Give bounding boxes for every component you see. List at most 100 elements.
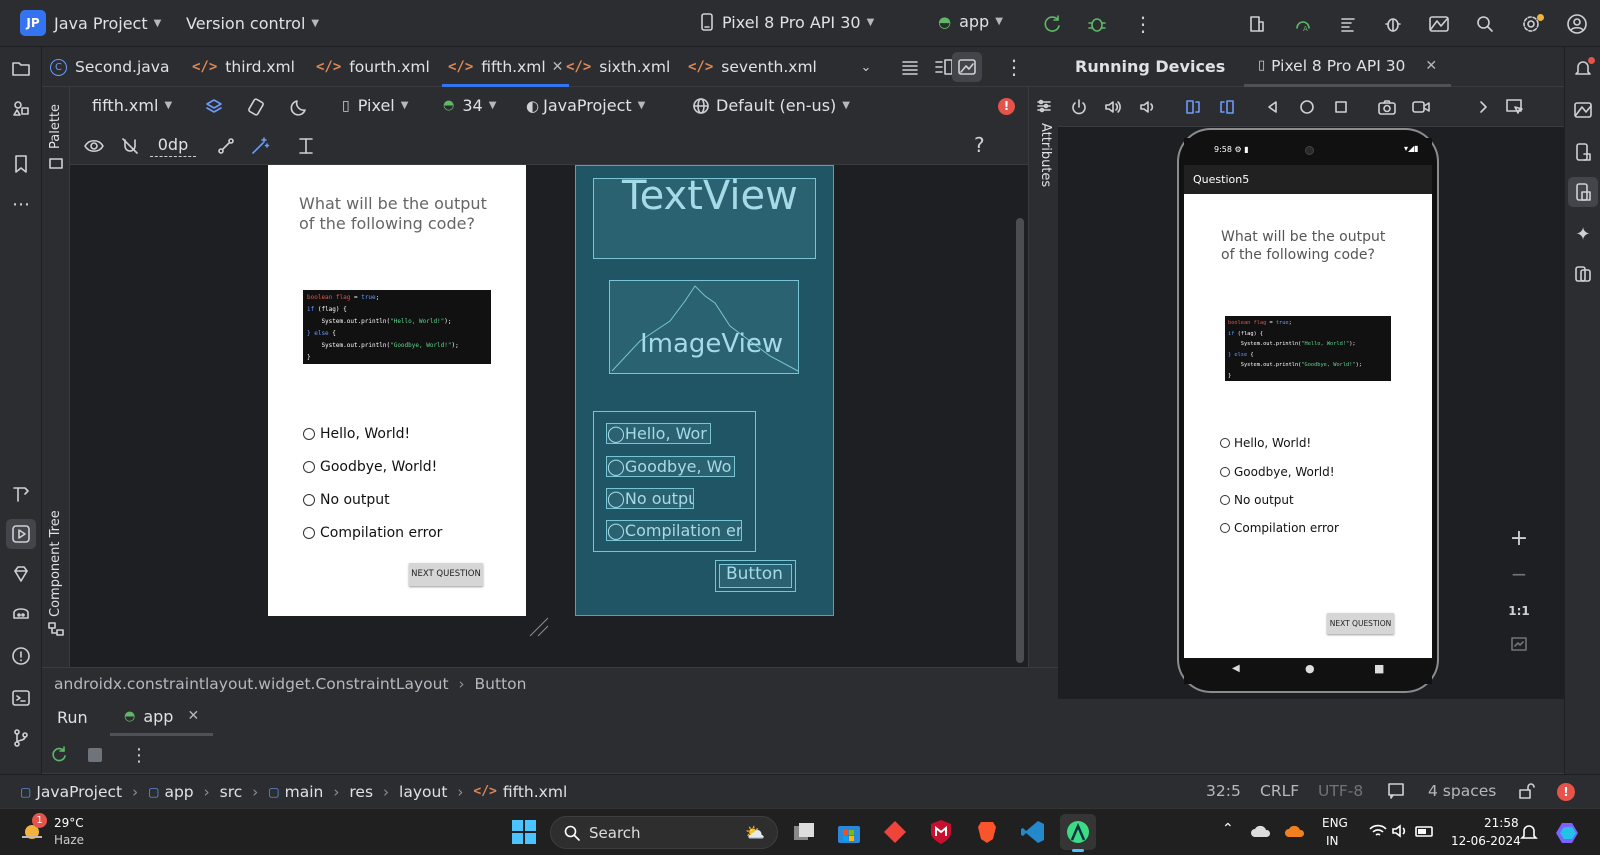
design-view-icon[interactable] (952, 52, 982, 82)
nav-overview-icon[interactable]: ■ (1374, 662, 1384, 675)
component-tree-label[interactable]: Component Tree (48, 510, 63, 617)
mcafee-icon[interactable] (928, 819, 954, 845)
android-studio-icon[interactable] (1060, 814, 1096, 852)
debug-icon[interactable] (1084, 12, 1110, 36)
screenshot-icon[interactable] (1376, 96, 1398, 118)
tab-run-app[interactable]: ◓ app ✕ (110, 699, 214, 736)
error-icon[interactable]: ! (1557, 783, 1575, 801)
close-tab-icon[interactable]: ✕ (187, 708, 199, 724)
breadcrumb-item[interactable]: res (349, 783, 373, 801)
blueprint-radiogroup[interactable]: ◯Hello, Wor ◯Goodbye, Wo ◯No outpu ◯Comp… (593, 411, 756, 552)
option-radio[interactable]: Hello, World! (303, 426, 410, 442)
breadcrumb-item[interactable]: ▢ main (268, 783, 323, 801)
option-radio[interactable]: Goodbye, World! (1220, 465, 1335, 479)
emulator-icon[interactable] (1568, 259, 1598, 289)
back-icon[interactable] (1262, 96, 1284, 118)
apk-analyzer-icon[interactable]: A (1290, 12, 1316, 36)
infer-constraints-icon[interactable] (248, 135, 272, 157)
design-preview-screen[interactable]: What will be the output of the following… (268, 165, 526, 616)
magnet-off-icon[interactable] (118, 135, 142, 157)
terminal-icon[interactable] (6, 683, 36, 713)
nav-home-icon[interactable]: ● (1305, 662, 1315, 675)
option-radio[interactable]: Goodbye, World! (303, 459, 437, 475)
stop-icon[interactable] (88, 748, 102, 762)
file-select[interactable]: fifth.xml ▼ (92, 96, 172, 115)
search-icon[interactable] (1472, 12, 1498, 36)
more-vertical-icon[interactable]: ⋮ (1130, 12, 1156, 36)
breadcrumb-item[interactable]: layout (399, 783, 447, 801)
resize-handle-icon[interactable] (528, 616, 550, 638)
blueprint-imageview[interactable]: ImageView (609, 280, 799, 374)
language-code[interactable]: ENG (1322, 816, 1348, 830)
caret-position[interactable]: 32:5 (1206, 782, 1241, 800)
run-icon[interactable] (6, 519, 36, 549)
code-view-icon[interactable] (898, 57, 922, 77)
palette-icon[interactable] (47, 155, 65, 171)
blueprint-option[interactable]: ◯Hello, Wor (606, 423, 711, 444)
tab-third-xml[interactable]: </> third.xml (192, 47, 295, 87)
clock-date[interactable]: 12-06-2024 (1451, 834, 1521, 848)
running-devices-icon[interactable] (1568, 177, 1598, 207)
guidelines-icon[interactable] (294, 135, 318, 157)
lock-icon[interactable] (1516, 781, 1536, 801)
error-icon[interactable]: ! (998, 98, 1015, 115)
screen-record-icon[interactable] (1410, 96, 1432, 118)
option-radio[interactable]: Hello, World! (1220, 436, 1311, 450)
next-question-button[interactable]: NEXT QUESTION (409, 563, 483, 586)
taskbar-search[interactable]: Search ⛅ (550, 816, 778, 849)
cloud-icon[interactable] (1284, 823, 1306, 839)
attributes-label[interactable]: Attributes (1038, 123, 1053, 187)
zoom-fit-icon[interactable] (1507, 632, 1531, 656)
component-tree-icon[interactable] (47, 621, 65, 637)
eye-icon[interactable] (82, 135, 106, 157)
line-separator[interactable]: CRLF (1260, 782, 1299, 800)
canvas-scrollbar[interactable] (1016, 218, 1024, 663)
option-radio[interactable]: No output (303, 492, 390, 508)
bug-icon[interactable] (1380, 12, 1406, 36)
power-icon[interactable] (1068, 96, 1090, 118)
night-mode-icon[interactable] (288, 95, 312, 119)
run-config-selector[interactable]: ◓ app ▼ (938, 12, 1003, 31)
vscode-icon[interactable] (1020, 819, 1046, 845)
gem-icon[interactable] (6, 559, 36, 589)
breadcrumb-item[interactable]: ▢ JavaProject (20, 783, 122, 801)
more-vertical-icon[interactable]: ⋮ (1002, 55, 1026, 79)
copilot-icon[interactable] (1554, 819, 1582, 847)
indent-setting[interactable]: 4 spaces (1428, 782, 1496, 800)
help-icon[interactable]: ? (974, 133, 985, 157)
device-file-explorer-icon[interactable] (1568, 137, 1598, 167)
clear-constraints-icon[interactable] (214, 135, 238, 157)
problems-icon[interactable] (6, 641, 36, 671)
path-child[interactable]: Button (475, 675, 527, 693)
device-frame-icon[interactable] (1504, 96, 1526, 118)
project-selector[interactable]: JP Java Project ▼ (20, 10, 161, 36)
anydesk-icon[interactable] (882, 819, 908, 845)
git-icon[interactable] (6, 723, 36, 753)
tab-fourth-xml[interactable]: </> fourth.xml (316, 47, 430, 87)
zoom-out-icon[interactable]: − (1507, 562, 1531, 586)
overview-icon[interactable] (1330, 96, 1352, 118)
tab-fifth-xml[interactable]: </> fifth.xml ✕ (441, 47, 570, 87)
next-question-button[interactable]: NEXT QUESTION (1327, 613, 1394, 634)
device-select[interactable]: ▯ Pixel ▼ (342, 96, 408, 115)
bell-icon[interactable] (1520, 822, 1540, 842)
account-icon[interactable] (1564, 12, 1590, 36)
logcat-icon[interactable] (1336, 12, 1362, 36)
breadcrumb-item[interactable]: ▢ app (148, 783, 194, 801)
orientation-icon[interactable] (244, 95, 268, 119)
bookmarks-icon[interactable] (6, 149, 36, 179)
api-level-select[interactable]: ◓ 34 ▼ (443, 96, 496, 115)
build-icon[interactable] (6, 479, 36, 509)
option-radio[interactable]: Compilation error (1220, 521, 1339, 535)
design-canvas[interactable] (70, 165, 1028, 667)
breadcrumb-item[interactable]: src (220, 783, 243, 801)
notifications-icon[interactable] (1568, 53, 1598, 83)
tab-running-device[interactable]: ▯ Pixel 8 Pro API 30 ✕ (1244, 47, 1452, 87)
palette-label[interactable]: Palette (48, 104, 63, 149)
blueprint-option[interactable]: ◯No outpu (606, 488, 694, 509)
path-parent[interactable]: androidx.constraintlayout.widget.Constra… (54, 675, 449, 693)
resource-manager-icon[interactable] (6, 93, 36, 123)
home-icon[interactable] (1296, 96, 1318, 118)
layers-icon[interactable] (202, 95, 226, 119)
rerun-icon[interactable] (48, 744, 70, 766)
